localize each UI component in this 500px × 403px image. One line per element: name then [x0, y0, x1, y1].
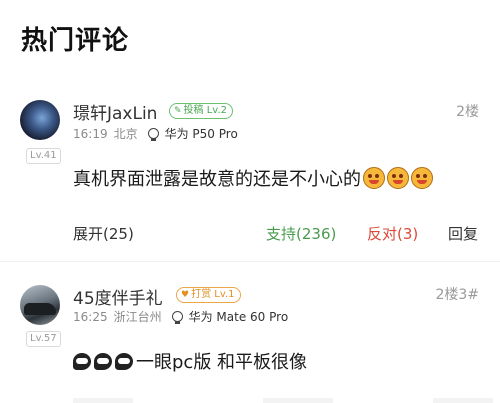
comment-text: 真机界面泄露是故意的还是不小心的: [73, 165, 433, 191]
comment-text-body: 真机界面泄露是故意的还是不小心的: [73, 169, 361, 190]
comment-location: 北京: [113, 127, 138, 141]
comment-time: 16:25: [73, 309, 108, 324]
user-level-badge: Lv.41: [26, 148, 61, 164]
comment-divider: [0, 261, 500, 262]
speech-bubble-emoji-icon: [94, 352, 112, 370]
comment-meta: 16:19 北京 华为 P50 Pro: [73, 125, 238, 142]
section-title: 热门评论: [21, 26, 130, 56]
avatar[interactable]: [20, 100, 60, 140]
comment-text-body: 一眼pc版 和平板很像: [136, 352, 308, 373]
grin-emoji-icon: [411, 167, 433, 189]
device-name: 华为 P50 Pro: [164, 127, 238, 141]
avatar[interactable]: [20, 285, 60, 325]
contributor-badge: ✎ 投稿 Lv.2: [169, 103, 233, 119]
floor-number: 2楼3#: [435, 287, 479, 303]
support-button[interactable]: 支持(236): [266, 223, 336, 244]
user-level-badge: Lv.57: [26, 331, 61, 347]
expand-replies-button[interactable]: 展开(25): [73, 223, 134, 244]
comment-time: 16:19: [73, 126, 108, 141]
username[interactable]: 璟轩JaxLin: [73, 99, 157, 124]
pencil-icon: ✎: [174, 106, 182, 116]
grin-emoji-icon: [363, 167, 385, 189]
oppose-button[interactable]: 反对(3): [367, 223, 418, 244]
tipper-badge: ♥ 打赏 Lv.1: [176, 287, 241, 303]
speech-bubble-emoji-icon: [115, 352, 133, 370]
contributor-badge-label: 投稿 Lv.2: [183, 105, 227, 116]
heart-icon: ♥: [181, 290, 190, 300]
username[interactable]: 45度伴手礼: [73, 284, 163, 309]
speech-bubble-emoji-icon: [73, 352, 91, 370]
phone-device-icon: [171, 311, 183, 324]
reply-button[interactable]: 回复: [448, 223, 478, 244]
device-name: 华为 Mate 60 Pro: [188, 310, 289, 324]
phone-device-icon: [147, 128, 159, 141]
comment-meta: 16:25 浙江台州 华为 Mate 60 Pro: [73, 308, 288, 325]
tipper-badge-label: 打赏 Lv.1: [191, 289, 235, 300]
cut-off-action-row: [73, 398, 493, 403]
car-image: [24, 303, 56, 315]
comment-text: 一眼pc版 和平板很像: [73, 348, 307, 374]
floor-number: 2楼: [456, 104, 479, 120]
grin-emoji-icon: [387, 167, 409, 189]
comment-location: 浙江台州: [113, 310, 162, 324]
